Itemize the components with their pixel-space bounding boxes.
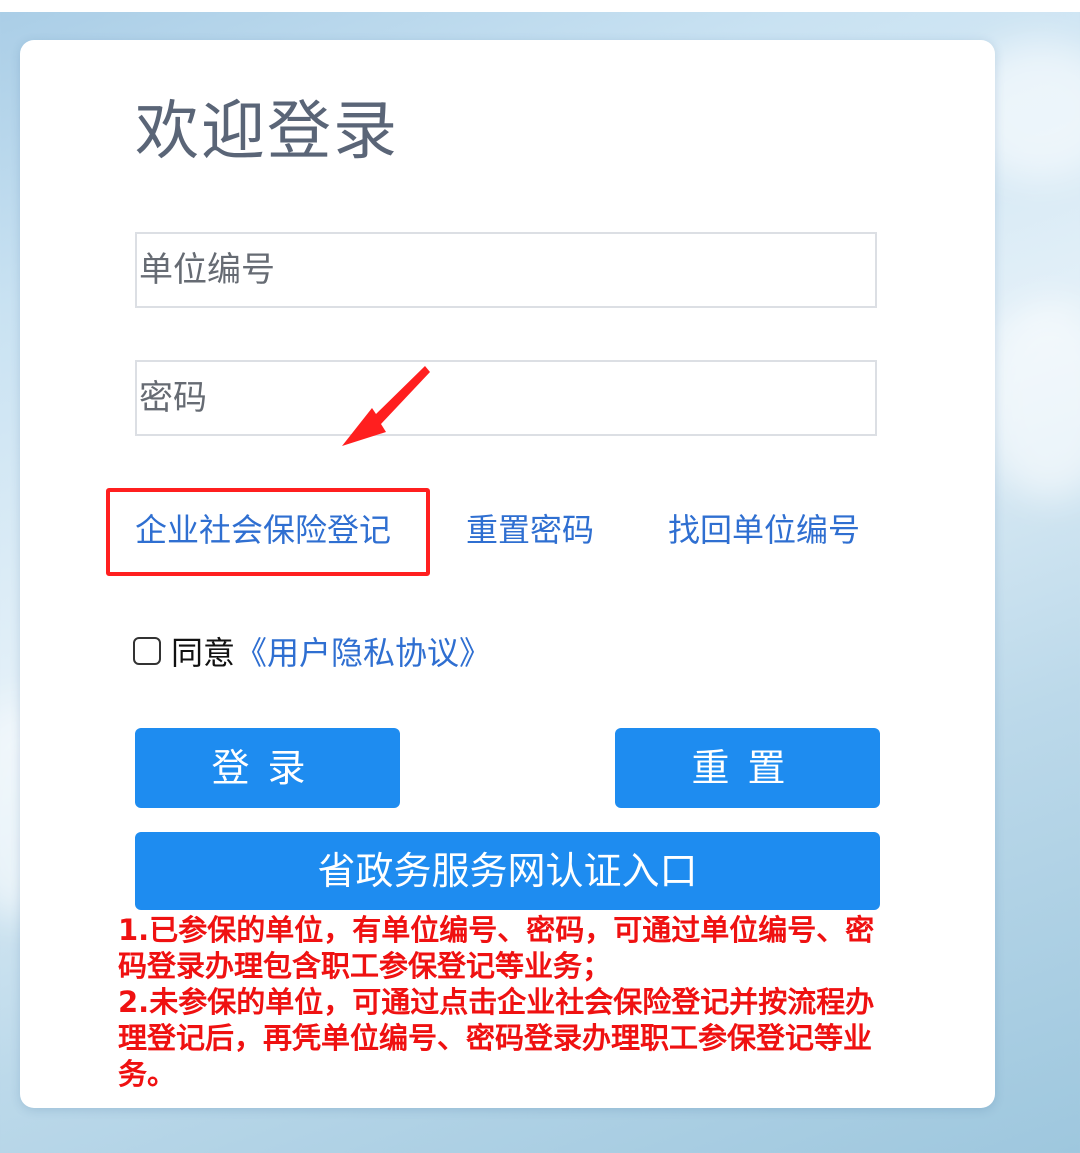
auxiliary-links: 企业社会保险登记 重置密码 找回单位编号	[20, 488, 995, 580]
password-field[interactable]	[135, 360, 877, 436]
notice-text: 1.已参保的单位，有单位编号、密码，可通过单位编号、密码登录办理包含职工参保登记…	[118, 912, 878, 1092]
agreement-checkbox[interactable]	[133, 637, 161, 665]
reset-password-link[interactable]: 重置密码	[466, 508, 594, 552]
find-unit-id-link[interactable]: 找回单位编号	[668, 508, 860, 552]
red-arrow-icon	[342, 366, 430, 446]
login-card: 欢迎登录 企业社会保险登记 重置密码 找回单位编号 同意《用户隐私协议》 登录 …	[20, 40, 995, 1108]
agreement-label: 同意	[171, 634, 236, 672]
top-strip	[0, 0, 1080, 12]
reset-button[interactable]: 重置	[615, 728, 880, 808]
notice-line-2: 2.未参保的单位，可通过点击企业社会保险登记并按流程办理登记后，再凭单位编号、密…	[118, 985, 875, 1091]
notice-line-1: 1.已参保的单位，有单位编号、密码，可通过单位编号、密码登录办理包含职工参保登记…	[118, 913, 875, 983]
unit-id-field[interactable]	[135, 232, 877, 308]
password-input[interactable]	[137, 362, 875, 434]
agreement-row: 同意《用户隐私协议》	[133, 628, 491, 672]
privacy-agreement-link[interactable]: 《用户隐私协议》	[235, 634, 491, 672]
page-title: 欢迎登录	[135, 95, 399, 169]
enterprise-registration-link[interactable]: 企业社会保险登记	[135, 508, 391, 552]
login-button[interactable]: 登录	[135, 728, 400, 808]
background-cloud	[980, 300, 1080, 500]
gov-service-portal-button[interactable]: 省政务服务网认证入口	[135, 832, 880, 910]
unit-id-input[interactable]	[137, 234, 875, 306]
